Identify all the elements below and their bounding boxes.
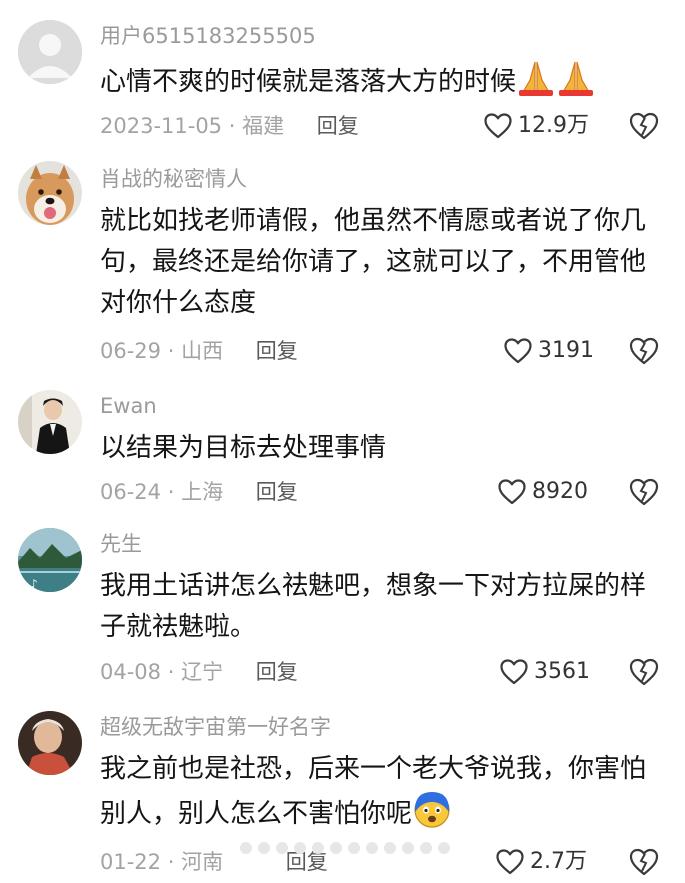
svg-text:♪: ♪ — [30, 577, 38, 591]
person-avatar-icon — [18, 711, 82, 775]
like-button[interactable]: 3561 — [500, 657, 590, 687]
landscape-avatar-icon: ♪ — [18, 528, 82, 592]
like-count: 2.7万 — [530, 849, 587, 874]
comment-location: 福建 — [242, 114, 285, 138]
username[interactable]: 超级无敌宇宙第一好名字 — [100, 714, 331, 740]
comment-text-content: 我之前也是社恐，后来一个老大爷说我，你害怕别人，别人怎么不害怕你呢 — [100, 754, 647, 829]
comment-location: 河南 — [181, 850, 224, 874]
avatar[interactable] — [18, 161, 82, 225]
comment-meta: 04-08 · 辽宁 回复 — [100, 657, 298, 687]
avatar[interactable] — [18, 711, 82, 775]
username[interactable]: 肖战的秘密情人 — [100, 166, 247, 192]
watermark-dots — [240, 842, 450, 854]
like-count: 3561 — [534, 659, 590, 684]
comment-location: 上海 — [181, 480, 224, 504]
comment-meta: 06-29 · 山西 回复 — [100, 336, 298, 366]
dislike-heart-icon[interactable] — [629, 657, 659, 687]
comment-text: 心情不爽的时候就是落落大方的时候 — [100, 60, 660, 109]
like-count: 12.9万 — [518, 113, 589, 138]
meta-separator: · — [167, 339, 175, 363]
comment-date: 01-22 — [100, 850, 162, 874]
meta-separator: · — [167, 660, 175, 684]
like-count: 8920 — [532, 479, 588, 504]
heart-icon — [500, 659, 528, 685]
comment-text-content: 心情不爽的时候就是落落大方的时候 — [100, 67, 517, 97]
avatar[interactable] — [18, 20, 82, 84]
comment-text: 我之前也是社恐，后来一个老大爷说我，你害怕别人，别人怎么不害怕你呢 — [100, 749, 660, 841]
comment-meta: 06-24 · 上海 回复 — [100, 477, 298, 507]
avatar[interactable]: ♪ — [18, 528, 82, 592]
heart-icon — [496, 849, 524, 875]
meta-separator: · — [228, 114, 236, 138]
like-count: 3191 — [538, 338, 594, 363]
like-button[interactable]: 2.7万 — [496, 847, 587, 877]
scared-face-icon — [412, 790, 452, 841]
default-avatar-icon — [18, 20, 82, 84]
reply-button[interactable]: 回复 — [256, 480, 298, 504]
reply-button[interactable]: 回复 — [256, 339, 298, 363]
username[interactable]: 用户6515183255505 — [100, 23, 316, 49]
person-avatar-icon — [18, 390, 82, 454]
reply-button[interactable]: 回复 — [317, 114, 359, 138]
comment-date: 04-08 — [100, 660, 162, 684]
reply-button[interactable]: 回复 — [256, 660, 298, 684]
dislike-heart-icon[interactable] — [629, 477, 659, 507]
comment-text: 以结果为目标去处理事情 — [100, 433, 387, 463]
dislike-heart-icon[interactable] — [629, 336, 659, 366]
comment-location: 山西 — [181, 339, 224, 363]
comment-text: 就比如找老师请假，他虽然不情愿或者说了你几句，最终还是给你请了，这就可以了，不用… — [100, 206, 647, 318]
comment-date: 2023-11-05 — [100, 114, 223, 138]
like-button[interactable]: 12.9万 — [484, 111, 589, 141]
meta-separator: · — [167, 480, 175, 504]
meta-separator: · — [167, 850, 175, 874]
dislike-heart-icon[interactable] — [629, 111, 659, 141]
heart-icon — [504, 338, 532, 364]
avatar[interactable] — [18, 390, 82, 454]
comment-text: 我用土话讲怎么祛魅吧，想象一下对方拉屎的样子就祛魅啦。 — [100, 571, 647, 642]
username[interactable]: Ewan — [100, 393, 157, 419]
comment-date: 06-24 — [100, 480, 162, 504]
comment-date: 06-29 — [100, 339, 162, 363]
username[interactable]: 先生 — [100, 531, 142, 557]
comment-location: 辽宁 — [181, 660, 224, 684]
pray-icon — [516, 60, 596, 109]
dog-avatar-icon — [18, 161, 82, 225]
comment-meta: 2023-11-05 · 福建 回复 — [100, 111, 359, 141]
like-button[interactable]: 3191 — [504, 336, 594, 366]
dislike-heart-icon[interactable] — [629, 847, 659, 877]
heart-icon — [484, 113, 512, 139]
heart-icon — [498, 479, 526, 505]
like-button[interactable]: 8920 — [498, 477, 588, 507]
